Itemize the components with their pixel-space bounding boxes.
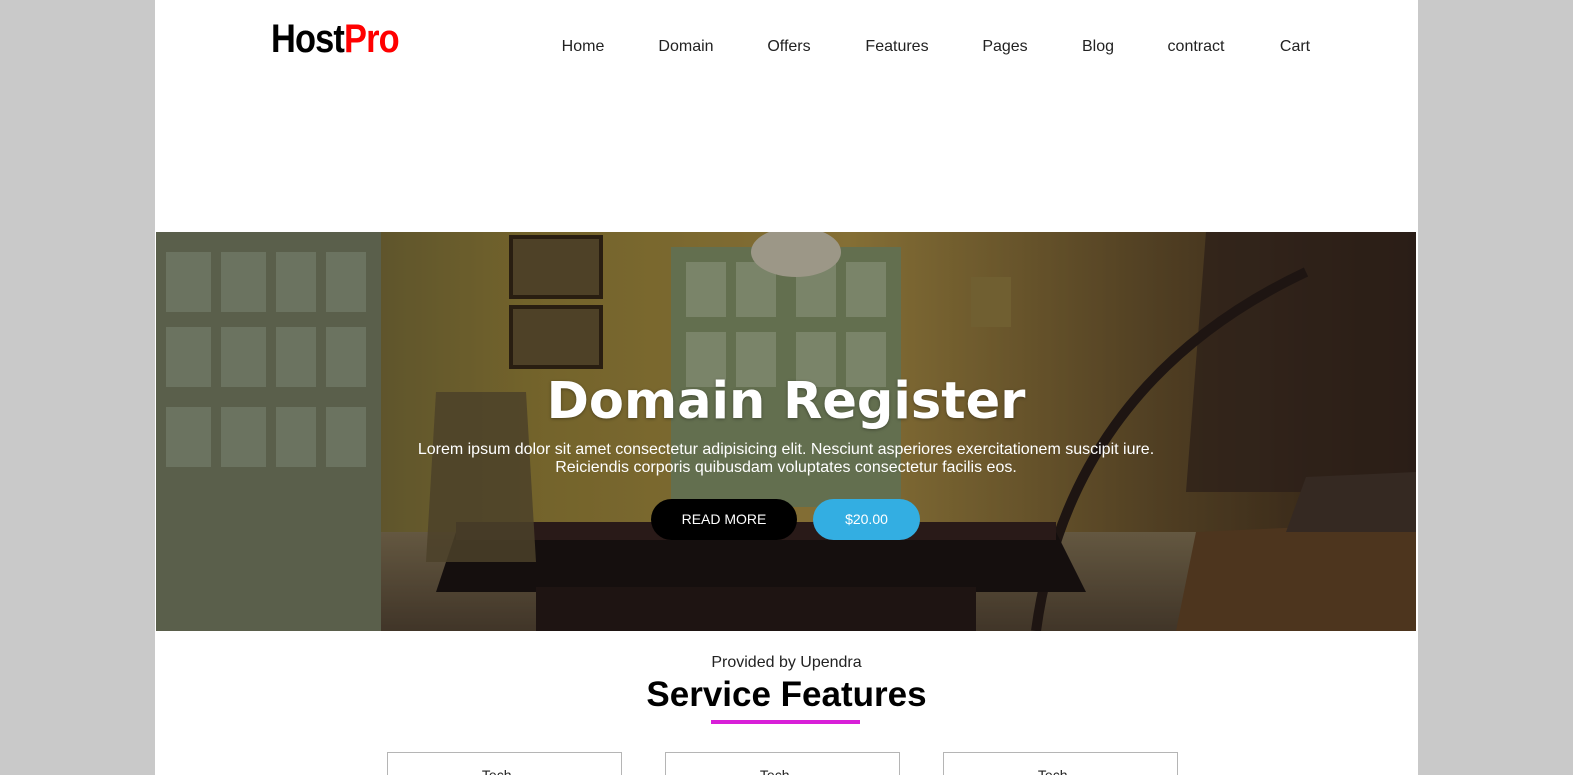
hero-description-line-2: Reiciendis corporis quibusdam voluptates… — [555, 459, 1017, 476]
title-underline — [711, 720, 860, 724]
feature-card[interactable]: Tech.... — [387, 752, 622, 775]
hero-banner: Domain Register Lorem ipsum dolor sit am… — [156, 232, 1416, 631]
hero-title: Domain Register — [546, 372, 1026, 431]
feature-card-label: Tech.... — [481, 767, 528, 775]
nav-item-features[interactable]: Features — [865, 38, 928, 56]
read-more-button[interactable]: READ MORE — [651, 499, 797, 540]
nav-item-offers[interactable]: Offers — [767, 38, 810, 56]
main-nav: Home Domain Offers Features Pages Blog c… — [155, 38, 1418, 60]
service-features-title: Service Features — [646, 675, 927, 714]
hero-background-image — [156, 232, 1416, 631]
feature-card[interactable]: Tech.... — [665, 752, 900, 775]
hero-description: Lorem ipsum dolor sit amet consectetur a… — [156, 441, 1416, 477]
nav-item-contract[interactable]: contract — [1168, 38, 1225, 56]
hero-description-line-1: Lorem ipsum dolor sit amet consectetur a… — [417, 441, 1155, 458]
nav-item-pages[interactable]: Pages — [982, 38, 1027, 56]
nav-item-domain[interactable]: Domain — [658, 38, 713, 56]
price-button[interactable]: $20.00 — [813, 499, 920, 540]
nav-item-blog[interactable]: Blog — [1082, 38, 1114, 56]
feature-card-label: Tech.... — [1037, 767, 1084, 775]
nav-item-cart[interactable]: Cart — [1280, 38, 1310, 56]
feature-card-label: Tech.... — [759, 767, 806, 775]
nav-item-home[interactable]: Home — [562, 38, 605, 56]
feature-card[interactable]: Tech.... — [943, 752, 1178, 775]
provided-by-text: Provided by Upendra — [711, 654, 862, 671]
page: HostPro Home Domain Offers Features Page… — [155, 0, 1418, 775]
